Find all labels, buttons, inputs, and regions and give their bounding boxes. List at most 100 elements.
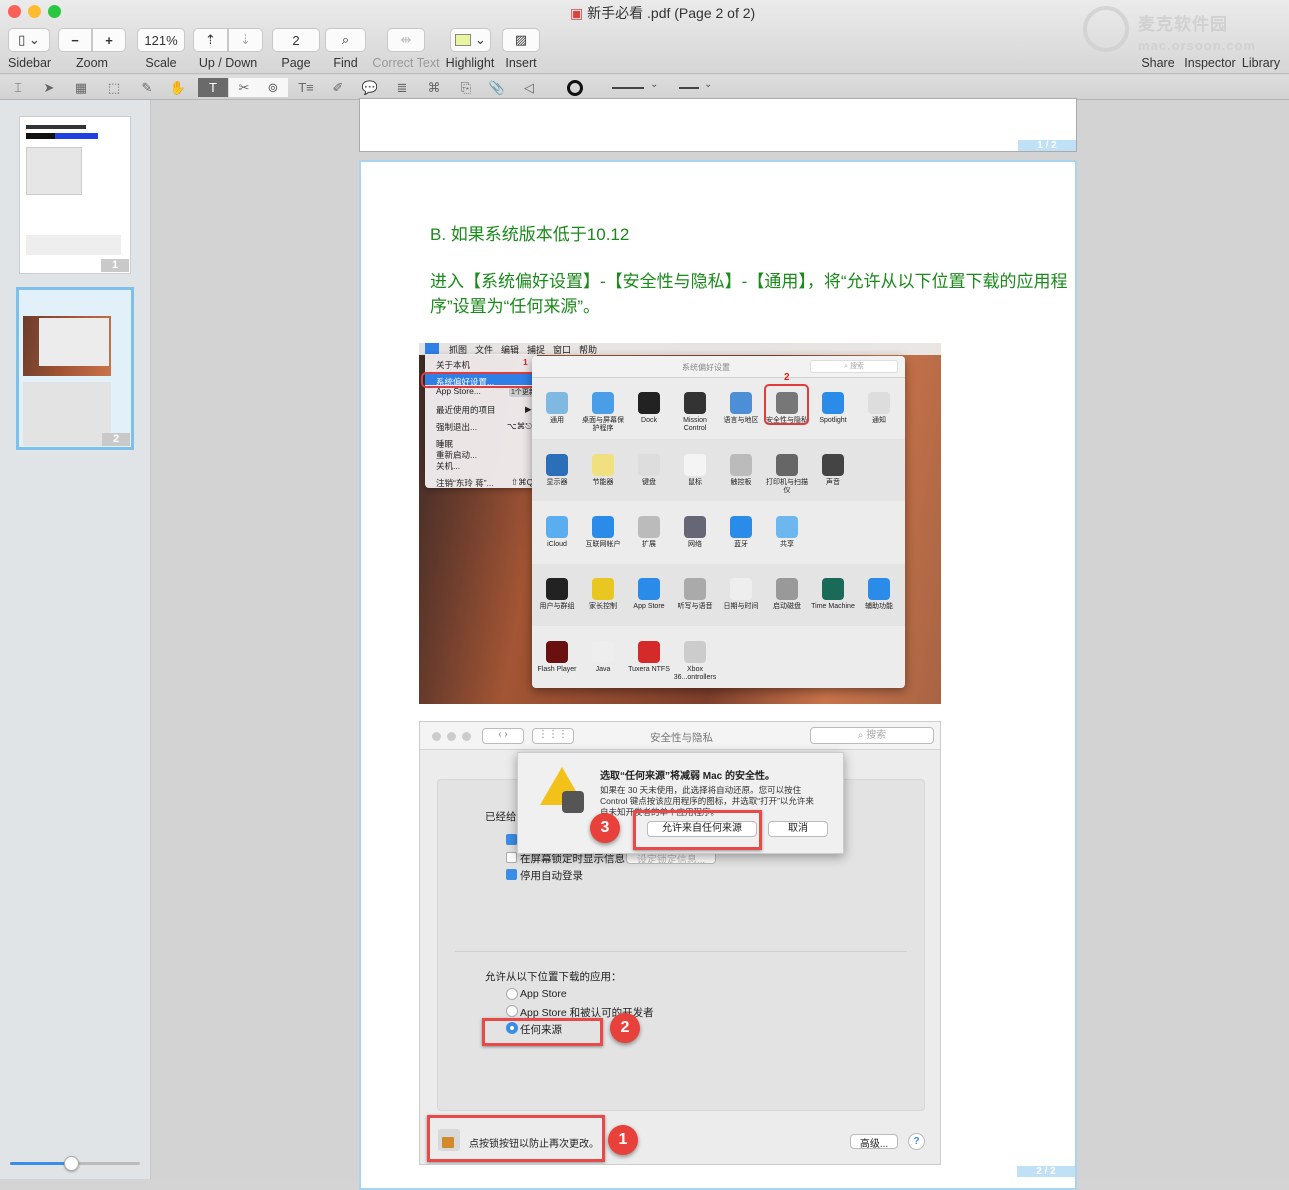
pref-pane-item[interactable]: Time Machine xyxy=(810,578,856,611)
shortcut-label: ⇧⌘Q xyxy=(511,477,534,487)
pref-pane-item[interactable]: 辅助功能 xyxy=(856,578,902,611)
audio-icon[interactable]: ◁ xyxy=(517,78,541,97)
highlight-button[interactable]: ⌄ xyxy=(450,28,491,52)
line-width-select[interactable] xyxy=(612,87,644,89)
library-button[interactable]: Library xyxy=(1240,56,1282,70)
insert-button[interactable]: ▨ xyxy=(502,28,540,52)
pointer-icon[interactable]: ➤ xyxy=(37,78,61,97)
cancel-button[interactable]: 取消 xyxy=(768,821,828,837)
pref-pane-item[interactable]: Tuxera NTFS xyxy=(626,641,672,674)
prefs-search[interactable]: ⌕ 搜索 xyxy=(810,360,898,373)
page-field[interactable]: 2 xyxy=(272,28,320,52)
search-field[interactable]: ⌕ 搜索 xyxy=(810,727,934,744)
stamp-icon[interactable]: ⊚ xyxy=(258,78,288,97)
pref-pane-item[interactable]: 用户与群组 xyxy=(534,578,580,611)
pref-pane-item[interactable]: 通知 xyxy=(856,392,902,425)
pref-pane-item[interactable]: Flash Player xyxy=(534,641,580,674)
slider-knob[interactable] xyxy=(64,1156,79,1171)
find-button[interactable]: ⌕ xyxy=(325,28,366,52)
pref-pane-item[interactable]: 节能器 xyxy=(580,454,626,487)
inspector-button[interactable]: Inspector xyxy=(1182,56,1238,70)
advanced-button[interactable]: 高级... xyxy=(850,1134,898,1150)
zoom-out-button[interactable]: − xyxy=(58,28,92,52)
pref-pane-icon xyxy=(638,392,660,414)
close-button[interactable] xyxy=(8,5,21,18)
pref-pane-item[interactable]: 互联网帐户 xyxy=(580,516,626,549)
sidebar-toggle-button[interactable]: ▯ ⌄ xyxy=(8,28,50,52)
speech-bubble-icon[interactable]: 💬 xyxy=(358,78,382,97)
pref-pane-item[interactable]: 触控板 xyxy=(718,454,764,487)
scale-field[interactable]: 121% xyxy=(137,28,185,52)
checkbox-disable-autologin[interactable] xyxy=(506,869,517,880)
page-down-button[interactable]: ⇣ xyxy=(228,28,263,52)
pref-pane-item[interactable]: 桌面与屏幕保护程序 xyxy=(580,392,626,433)
pref-pane-item[interactable]: 家长控制 xyxy=(580,578,626,611)
text-selection-icon[interactable]: ⌶ xyxy=(6,78,30,97)
pref-pane-item[interactable]: 日期与时间 xyxy=(718,578,764,611)
share-button[interactable]: Share xyxy=(1138,56,1178,70)
pref-pane-item[interactable]: App Store xyxy=(626,578,672,611)
pref-pane-item[interactable]: 听写与语音 xyxy=(672,578,718,611)
checkbox-lock-message[interactable] xyxy=(506,852,517,863)
menubar-item[interactable]: 窗口 xyxy=(553,343,571,356)
page-thumbnail-1[interactable]: 1 xyxy=(19,116,131,274)
window-title-text: 新手必看 .pdf (Page 2 of 2) xyxy=(587,5,756,21)
pref-pane-item[interactable]: 蓝牙 xyxy=(718,516,764,549)
radio-identified-developers[interactable] xyxy=(506,1005,518,1017)
pref-pane-item[interactable]: Spotlight xyxy=(810,392,856,425)
crop-icon[interactable]: ⌘ xyxy=(422,78,446,97)
pref-pane-item[interactable]: Java xyxy=(580,641,626,674)
correct-text-button[interactable]: ⇹ xyxy=(387,28,425,52)
show-all-button[interactable]: ⋮⋮⋮ xyxy=(532,728,574,744)
menu-item[interactable]: 关机... xyxy=(436,460,460,472)
help-button[interactable]: ? xyxy=(908,1133,925,1150)
line-style-select[interactable] xyxy=(679,87,699,89)
pref-pane-item[interactable]: 启动磁盘 xyxy=(764,578,810,611)
chevron-down-icon[interactable]: ⌄ xyxy=(650,79,658,90)
thumbnail-size-slider[interactable] xyxy=(10,1156,140,1171)
link-icon[interactable]: ⎘ xyxy=(454,78,478,97)
pref-pane-item[interactable]: Xbox 36...ontrollers xyxy=(672,641,718,682)
pref-pane-label: Flash Player xyxy=(537,666,577,673)
page-up-button[interactable]: ⇡ xyxy=(193,28,228,52)
menu-item[interactable]: 最近使用的项目 xyxy=(436,404,496,416)
ocr-icon[interactable]: ▦ xyxy=(69,78,93,97)
shape-delete-icon[interactable]: ✂ xyxy=(229,78,259,97)
radio-app-store[interactable] xyxy=(506,988,518,1000)
page-thumbnail-2[interactable]: 2 xyxy=(16,287,134,450)
pref-pane-item[interactable]: 鼠标 xyxy=(672,454,718,487)
pref-pane-item[interactable]: 声音 xyxy=(810,454,856,487)
pref-pane-item[interactable]: 键盘 xyxy=(626,454,672,487)
text-annotation-icon[interactable]: T xyxy=(198,78,228,97)
pref-pane-item[interactable]: 共享 xyxy=(764,516,810,549)
pref-pane-item[interactable]: 网络 xyxy=(672,516,718,549)
chevron-down-icon[interactable]: ⌄ xyxy=(704,79,712,90)
back-forward-buttons[interactable]: ‹ › xyxy=(482,728,524,744)
note-icon[interactable]: ≣ xyxy=(390,78,414,97)
minimize-button[interactable] xyxy=(28,5,41,18)
allow-from-label: 允许从以下位置下载的应用： xyxy=(485,971,622,983)
text-box-icon[interactable]: T≡ xyxy=(294,78,318,97)
menu-item[interactable]: 强制退出... xyxy=(436,421,477,433)
pref-pane-item[interactable]: Dock xyxy=(626,392,672,425)
pref-pane-item[interactable]: iCloud xyxy=(534,516,580,549)
checkbox-require-password[interactable] xyxy=(506,834,517,845)
attachment-icon[interactable]: 📎 xyxy=(485,78,509,97)
hand-icon[interactable]: ✋ xyxy=(166,78,190,97)
rectangle-select-icon[interactable]: ⬚ xyxy=(102,78,126,97)
zoom-in-button[interactable]: + xyxy=(92,28,126,52)
pref-pane-item[interactable]: 通用 xyxy=(534,392,580,425)
pref-pane-item[interactable]: 语言与地区 xyxy=(718,392,764,425)
pref-pane-item[interactable]: Mission Control xyxy=(672,392,718,433)
pref-pane-item[interactable]: 显示器 xyxy=(534,454,580,487)
stroke-color-icon[interactable] xyxy=(567,80,583,96)
pref-pane-item[interactable]: 打印机与扫描仪 xyxy=(764,454,810,495)
menu-item[interactable]: 关于本机 xyxy=(436,359,470,371)
zoom-window-button[interactable] xyxy=(48,5,61,18)
menu-item[interactable]: 注销“东玲 蒋”... xyxy=(436,477,494,489)
highlighter-icon[interactable]: ✐ xyxy=(326,78,350,97)
pref-pane-item[interactable]: 扩展 xyxy=(626,516,672,549)
menubar-item[interactable]: 帮助 xyxy=(579,343,597,356)
pen-icon[interactable]: ✎ xyxy=(135,78,159,97)
pref-pane-label: 网络 xyxy=(688,541,702,548)
